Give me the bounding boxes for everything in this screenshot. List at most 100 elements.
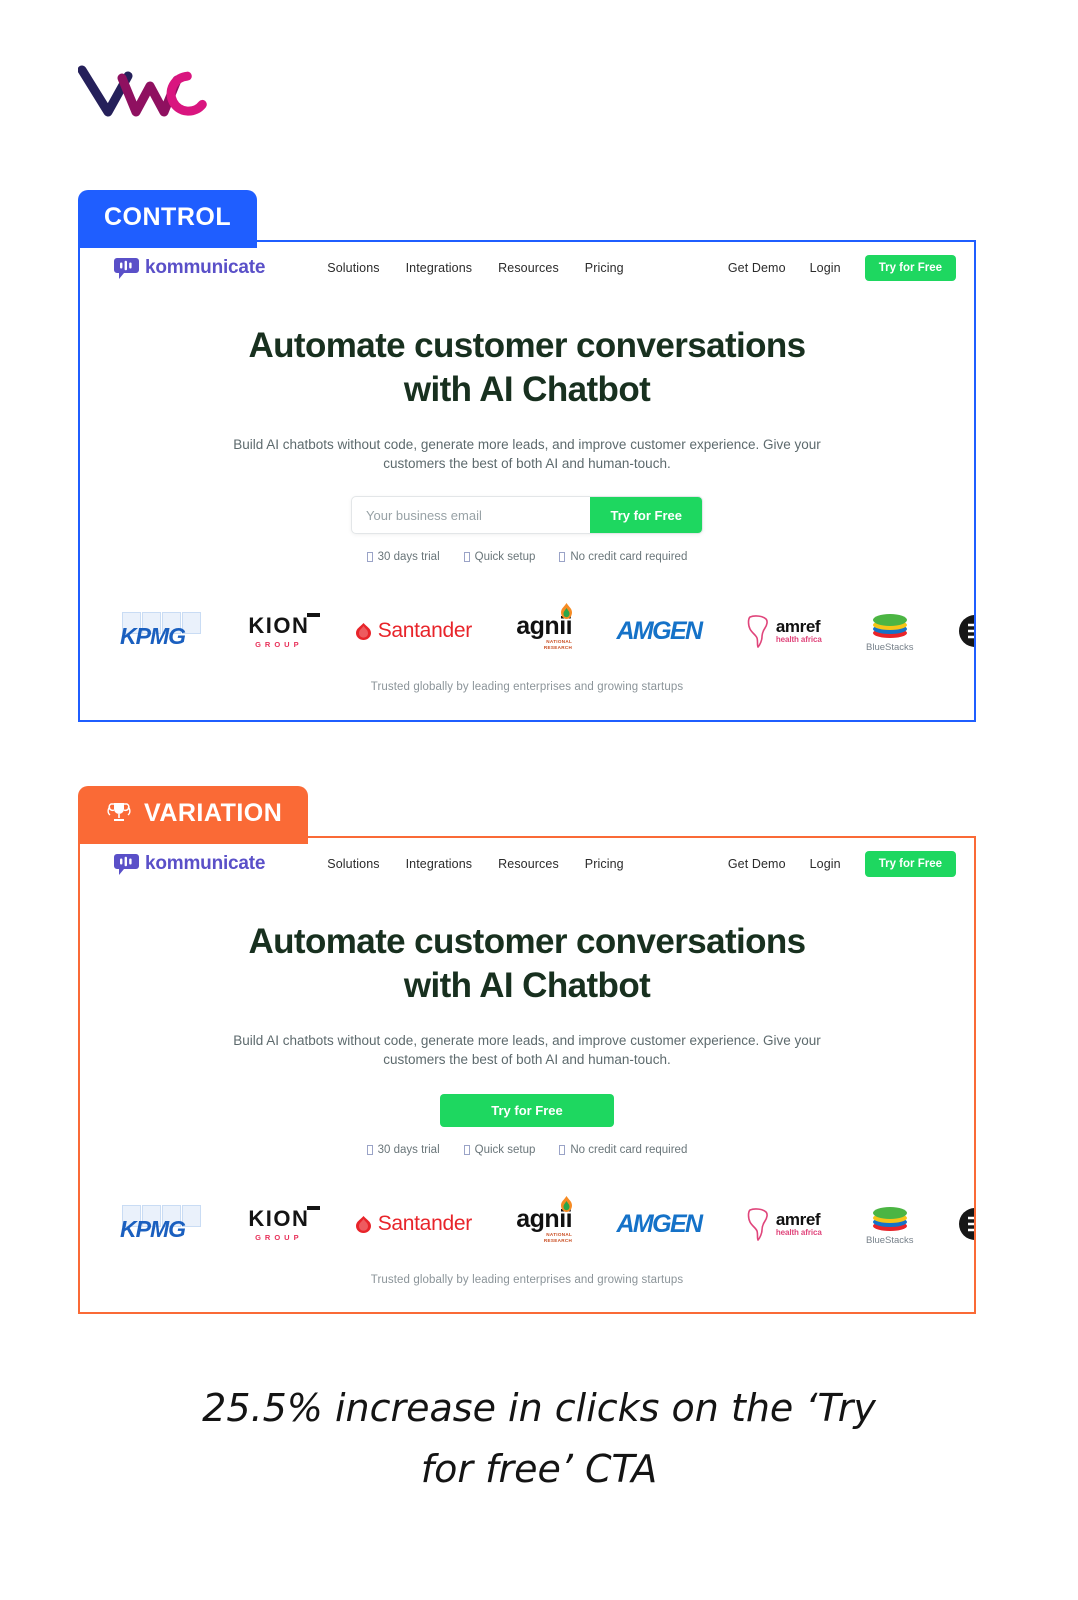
- kion-group-label: GROUP: [255, 1233, 303, 1242]
- bluestacks-wordmark: BlueStacks: [866, 1235, 914, 1246]
- site-nav-variation: kommunicate Solutions Integrations Resou…: [80, 838, 974, 890]
- nav-links-control: Solutions Integrations Resources Pricing: [327, 261, 623, 275]
- vwo-logo-mark: [77, 65, 207, 117]
- circle-badge-icon: [958, 615, 974, 647]
- nav-try-for-free-button[interactable]: Try for Free: [864, 851, 956, 877]
- trust-line-control: Trusted globally by leading enterprises …: [370, 681, 684, 693]
- perk-no-card: No credit card required: [559, 551, 687, 563]
- client-logo-strip-control: KPMG KION GROUP Santander agnii NATIONAL…: [80, 603, 974, 659]
- nav-try-for-free-button[interactable]: Try for Free: [864, 255, 956, 281]
- agnii-flame-icon: [561, 603, 573, 620]
- amref-wordmark: amref: [775, 1210, 821, 1229]
- amgen-wordmark: AMGEN: [616, 1209, 703, 1238]
- nav-link-resources[interactable]: Resources: [498, 261, 559, 275]
- email-signup-form: Try for Free: [351, 496, 703, 534]
- missing-glyph-icon: [366, 552, 373, 562]
- form-try-for-free-button[interactable]: Try for Free: [590, 497, 702, 533]
- control-block: CONTROL kommunicate Solutions Integratio…: [78, 190, 976, 722]
- nav-link-login[interactable]: Login: [810, 261, 841, 275]
- variation-badge: VARIATION: [78, 786, 309, 844]
- trophy-icon: [107, 803, 131, 821]
- variation-card: kommunicate Solutions Integrations Resou…: [78, 836, 976, 1314]
- kion-bar-icon: [307, 613, 321, 617]
- trust-line-variation: Trusted globally by leading enterprises …: [370, 1274, 684, 1286]
- amgen-wordmark: AMGEN: [616, 616, 703, 645]
- kpmg-wordmark: KPMG: [120, 623, 186, 649]
- santander-flame-icon: [355, 1215, 371, 1233]
- kommunicate-wordmark: kommunicate: [145, 853, 266, 874]
- result-caption-line1: 25.5% increase in clicks on the ‘Try: [202, 1386, 876, 1430]
- nav-right-control: Get Demo Login Try for Free: [728, 255, 956, 281]
- circle-badge-icon: [958, 1208, 974, 1240]
- perk-setup-label: Quick setup: [474, 551, 536, 563]
- perk-setup: Quick setup: [463, 551, 536, 563]
- nav-link-pricing[interactable]: Pricing: [585, 857, 624, 871]
- perk-trial-label: 30 days trial: [377, 551, 440, 563]
- nav-right-variation: Get Demo Login Try for Free: [728, 851, 956, 877]
- client-logo-strip-variation: KPMG KION GROUP Santander agnii NATIONAL…: [80, 1196, 974, 1252]
- nav-link-solutions[interactable]: Solutions: [327, 261, 379, 275]
- variation-badge-label: VARIATION: [144, 798, 283, 827]
- kommunicate-wordmark: kommunicate: [145, 257, 266, 278]
- perk-trial: 30 days trial: [366, 551, 440, 563]
- nav-link-resources[interactable]: Resources: [498, 857, 559, 871]
- agnii-sublabel: NATIONAL RESEARCH: [543, 1232, 573, 1243]
- africa-outline-icon: [747, 1208, 768, 1241]
- perk-no-card-label: No credit card required: [570, 551, 688, 563]
- africa-outline-icon: [747, 615, 768, 648]
- perk-trial-label: 30 days trial: [377, 1144, 440, 1156]
- hero-title-line2: with AI Chatbot: [403, 370, 651, 410]
- missing-glyph-icon: [559, 1145, 566, 1155]
- nav-link-get-demo[interactable]: Get Demo: [728, 261, 786, 275]
- nav-link-integrations[interactable]: Integrations: [406, 857, 473, 871]
- hero-subtitle-control: Build AI chatbots without code, generate…: [233, 436, 821, 472]
- perks-variation: 30 days trial Quick setup No credit card…: [80, 1144, 974, 1156]
- agnii-logo: agnii NATIONAL RESEARCH: [516, 1196, 573, 1252]
- bluestacks-stack-icon: [872, 1207, 907, 1231]
- perks-control: 30 days trial Quick setup No credit card…: [80, 551, 974, 563]
- amgen-logo: AMGEN: [616, 603, 703, 659]
- amgen-logo: AMGEN: [616, 1196, 703, 1252]
- hero-variation: Automate customer conversations with AI …: [80, 890, 974, 1156]
- hero-title-variation: Automate customer conversations with AI …: [80, 920, 974, 1009]
- nav-link-solutions[interactable]: Solutions: [327, 857, 379, 871]
- santander-wordmark: Santander: [377, 619, 473, 642]
- circle-badge-logo: [958, 603, 974, 659]
- santander-wordmark: Santander: [377, 1212, 473, 1235]
- kion-wordmark: KION: [248, 1206, 310, 1231]
- perk-no-card: No credit card required: [559, 1144, 687, 1156]
- perk-setup: Quick setup: [463, 1144, 535, 1156]
- nav-link-integrations[interactable]: Integrations: [406, 261, 473, 275]
- amref-wordmark: amref: [775, 617, 821, 636]
- kion-group-logo: KION GROUP: [248, 603, 321, 659]
- hero-try-for-free-button[interactable]: Try for Free: [440, 1094, 614, 1127]
- hero-title-control: Automate customer conversations with AI …: [80, 324, 974, 413]
- site-nav-control: kommunicate Solutions Integrations Resou…: [80, 242, 974, 294]
- kion-group-label: GROUP: [255, 640, 303, 649]
- missing-glyph-icon: [463, 1145, 470, 1155]
- hero-title-line1: Automate customer conversations: [248, 922, 806, 961]
- hero-title-line1: Automate customer conversations: [248, 326, 806, 365]
- amref-sublabel: health africa: [775, 635, 822, 644]
- nav-link-get-demo[interactable]: Get Demo: [728, 857, 786, 871]
- kommunicate-logo[interactable]: kommunicate: [114, 852, 265, 877]
- missing-glyph-icon: [366, 1145, 373, 1155]
- amref-logo: amref health africa: [746, 1196, 822, 1252]
- agnii-sublabel: NATIONAL RESEARCH: [543, 639, 573, 650]
- chat-bubble-icon: [114, 853, 139, 875]
- agnii-logo: agnii NATIONAL RESEARCH: [516, 603, 573, 659]
- amref-logo: amref health africa: [746, 603, 822, 659]
- hero-title-line2: with AI Chatbot: [403, 966, 651, 1006]
- kommunicate-logo[interactable]: kommunicate: [114, 256, 265, 281]
- santander-logo: Santander: [354, 1196, 472, 1252]
- bluestacks-logo: BlueStacks: [866, 603, 914, 659]
- result-caption-line2: for free’ CTA: [420, 1446, 658, 1491]
- email-field[interactable]: [352, 497, 591, 533]
- nav-link-pricing[interactable]: Pricing: [585, 261, 624, 275]
- nav-link-login[interactable]: Login: [810, 857, 841, 871]
- circle-badge-logo: [958, 1196, 974, 1252]
- result-caption: 25.5% increase in clicks on the ‘Try for…: [0, 1378, 1078, 1500]
- vwo-logo: [77, 62, 218, 120]
- amref-sublabel: health africa: [775, 1228, 822, 1237]
- control-badge: CONTROL: [78, 190, 258, 248]
